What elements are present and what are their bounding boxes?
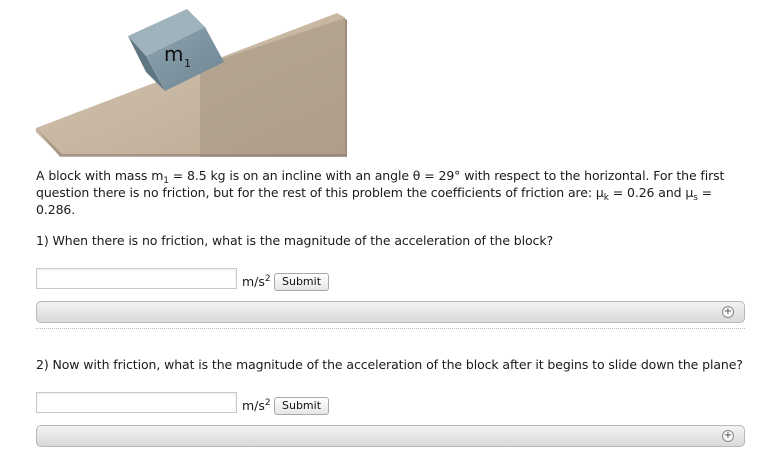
- hint-bar-2[interactable]: +: [36, 425, 745, 447]
- incline-diagram: m 1: [36, 9, 347, 157]
- unit-label-2: m/s2: [242, 398, 271, 413]
- block-label: m: [164, 42, 183, 66]
- problem-statement: A block with mass m1 = 8.5 kg is on an i…: [36, 168, 725, 217]
- submit-button-2[interactable]: Submit: [274, 397, 330, 415]
- homework-page: m 1 A block with mass m1 = 8.5 kg is on …: [0, 0, 757, 456]
- submit-button-1[interactable]: Submit: [274, 273, 330, 291]
- question-1-text: 1) When there is no friction, what is th…: [36, 233, 554, 248]
- answer-input-1[interactable]: [36, 268, 237, 289]
- plus-circle-icon[interactable]: +: [722, 430, 734, 442]
- block-label-subscript: 1: [184, 57, 191, 70]
- question-2-text: 2) Now with friction, what is the magnit…: [36, 357, 743, 372]
- answer-input-2[interactable]: [36, 392, 237, 413]
- divider: [36, 328, 745, 329]
- hint-bar-1[interactable]: +: [36, 301, 745, 323]
- plus-circle-icon[interactable]: +: [722, 306, 734, 318]
- unit-label-1: m/s2: [242, 274, 271, 289]
